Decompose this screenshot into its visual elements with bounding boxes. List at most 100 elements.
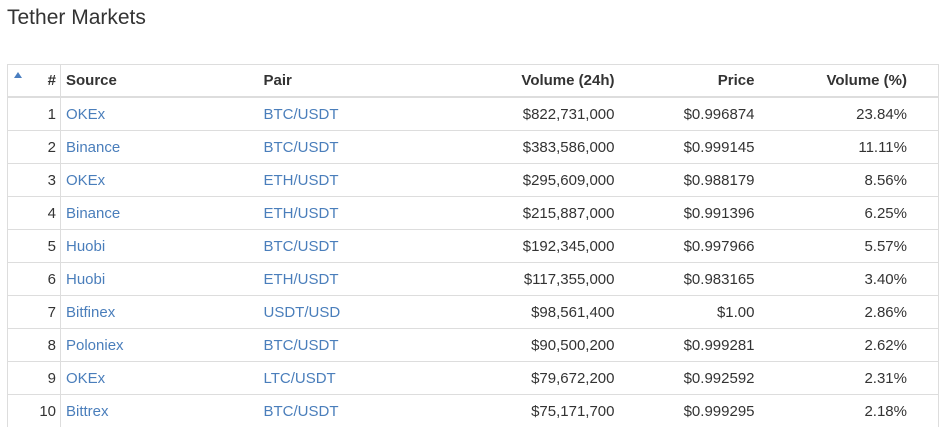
exchange-link[interactable]: OKEx — [66, 370, 105, 387]
row-pair-cell: BTC/USDT — [257, 394, 388, 427]
row-price: $0.999295 — [614, 394, 755, 427]
row-volume-percent: 23.84% — [754, 96, 939, 131]
table-row: 4 Binance ETH/USDT $215,887,000 $0.99139… — [7, 196, 939, 230]
header-rank[interactable]: # — [32, 64, 61, 98]
row-rank: 1 — [32, 96, 61, 131]
sort-toggle[interactable] — [7, 64, 33, 98]
table-row: 1 OKEx BTC/USDT $822,731,000 $0.996874 2… — [7, 96, 939, 131]
row-rank: 7 — [32, 295, 61, 329]
row-volume: $117,355,000 — [387, 262, 615, 296]
row-volume: $90,500,200 — [387, 328, 615, 362]
exchange-link[interactable]: Bitfinex — [66, 304, 115, 321]
header-source[interactable]: Source — [60, 64, 258, 98]
page-title: Tether Markets — [7, 6, 146, 29]
exchange-link[interactable]: OKEx — [66, 106, 105, 123]
row-source-cell: OKEx — [60, 163, 258, 197]
exchange-link[interactable]: Huobi — [66, 238, 105, 255]
row-volume: $215,887,000 — [387, 196, 615, 230]
header-volume[interactable]: Volume (24h) — [387, 64, 615, 98]
row-spacer — [7, 130, 33, 164]
row-volume: $383,586,000 — [387, 130, 615, 164]
row-spacer — [7, 328, 33, 362]
row-source-cell: Binance — [60, 196, 258, 230]
header-volume-percent[interactable]: Volume (%) — [754, 64, 939, 98]
pair-link[interactable]: BTC/USDT — [264, 139, 339, 156]
row-volume-percent: 2.31% — [754, 361, 939, 395]
row-price: $0.983165 — [614, 262, 755, 296]
row-pair-cell: BTC/USDT — [257, 130, 388, 164]
table-body: 1 OKEx BTC/USDT $822,731,000 $0.996874 2… — [7, 96, 939, 427]
row-price: $0.996874 — [614, 96, 755, 131]
row-pair-cell: BTC/USDT — [257, 229, 388, 263]
row-spacer — [7, 295, 33, 329]
exchange-link[interactable]: Binance — [66, 205, 120, 222]
table-row: 9 OKEx LTC/USDT $79,672,200 $0.992592 2.… — [7, 361, 939, 395]
table-row: 7 Bitfinex USDT/USD $98,561,400 $1.00 2.… — [7, 295, 939, 329]
pair-link[interactable]: ETH/USDT — [264, 205, 339, 222]
row-volume: $295,609,000 — [387, 163, 615, 197]
pair-link[interactable]: BTC/USDT — [264, 106, 339, 123]
row-spacer — [7, 96, 33, 131]
row-price: $0.999281 — [614, 328, 755, 362]
row-pair-cell: BTC/USDT — [257, 96, 388, 131]
row-volume-percent: 5.57% — [754, 229, 939, 263]
row-pair-cell: ETH/USDT — [257, 262, 388, 296]
row-volume-percent: 6.25% — [754, 196, 939, 230]
row-source-cell: Bitfinex — [60, 295, 258, 329]
row-rank: 3 — [32, 163, 61, 197]
table-row: 8 Poloniex BTC/USDT $90,500,200 $0.99928… — [7, 328, 939, 362]
row-source-cell: Huobi — [60, 229, 258, 263]
row-spacer — [7, 262, 33, 296]
row-pair-cell: LTC/USDT — [257, 361, 388, 395]
pair-link[interactable]: BTC/USDT — [264, 403, 339, 420]
row-rank: 4 — [32, 196, 61, 230]
table-row: 6 Huobi ETH/USDT $117,355,000 $0.983165 … — [7, 262, 939, 296]
row-price: $0.992592 — [614, 361, 755, 395]
row-price: $0.997966 — [614, 229, 755, 263]
row-spacer — [7, 394, 33, 427]
row-volume: $79,672,200 — [387, 361, 615, 395]
exchange-link[interactable]: Huobi — [66, 271, 105, 288]
row-volume-percent: 11.11% — [754, 130, 939, 164]
exchange-link[interactable]: OKEx — [66, 172, 105, 189]
row-price: $0.999145 — [614, 130, 755, 164]
exchange-link[interactable]: Bittrex — [66, 403, 109, 420]
row-pair-cell: USDT/USD — [257, 295, 388, 329]
row-volume-percent: 2.86% — [754, 295, 939, 329]
row-volume: $98,561,400 — [387, 295, 615, 329]
pair-link[interactable]: LTC/USDT — [264, 370, 336, 387]
row-price: $0.988179 — [614, 163, 755, 197]
row-spacer — [7, 196, 33, 230]
row-price: $0.991396 — [614, 196, 755, 230]
row-volume: $192,345,000 — [387, 229, 615, 263]
pair-link[interactable]: USDT/USD — [264, 304, 341, 321]
exchange-link[interactable]: Binance — [66, 139, 120, 156]
header-row: # Source Pair Volume (24h) Price Volume … — [7, 64, 939, 98]
header-pair[interactable]: Pair — [257, 64, 388, 98]
row-price: $1.00 — [614, 295, 755, 329]
row-volume: $822,731,000 — [387, 96, 615, 131]
table-row: 3 OKEx ETH/USDT $295,609,000 $0.988179 8… — [7, 163, 939, 197]
pair-link[interactable]: ETH/USDT — [264, 172, 339, 189]
row-rank: 5 — [32, 229, 61, 263]
row-rank: 6 — [32, 262, 61, 296]
row-rank: 9 — [32, 361, 61, 395]
row-source-cell: Poloniex — [60, 328, 258, 362]
row-source-cell: OKEx — [60, 361, 258, 395]
markets-table: # Source Pair Volume (24h) Price Volume … — [7, 64, 939, 427]
row-rank: 2 — [32, 130, 61, 164]
pair-link[interactable]: ETH/USDT — [264, 271, 339, 288]
sort-ascending-icon[interactable] — [14, 72, 22, 78]
table-header: # Source Pair Volume (24h) Price Volume … — [7, 64, 939, 98]
row-spacer — [7, 163, 33, 197]
pair-link[interactable]: BTC/USDT — [264, 238, 339, 255]
pair-link[interactable]: BTC/USDT — [264, 337, 339, 354]
row-source-cell: Binance — [60, 130, 258, 164]
row-spacer — [7, 229, 33, 263]
exchange-link[interactable]: Poloniex — [66, 337, 124, 354]
row-pair-cell: ETH/USDT — [257, 163, 388, 197]
header-price[interactable]: Price — [614, 64, 755, 98]
row-source-cell: Bittrex — [60, 394, 258, 427]
table-row: 10 Bittrex BTC/USDT $75,171,700 $0.99929… — [7, 394, 939, 427]
row-volume-percent: 2.62% — [754, 328, 939, 362]
